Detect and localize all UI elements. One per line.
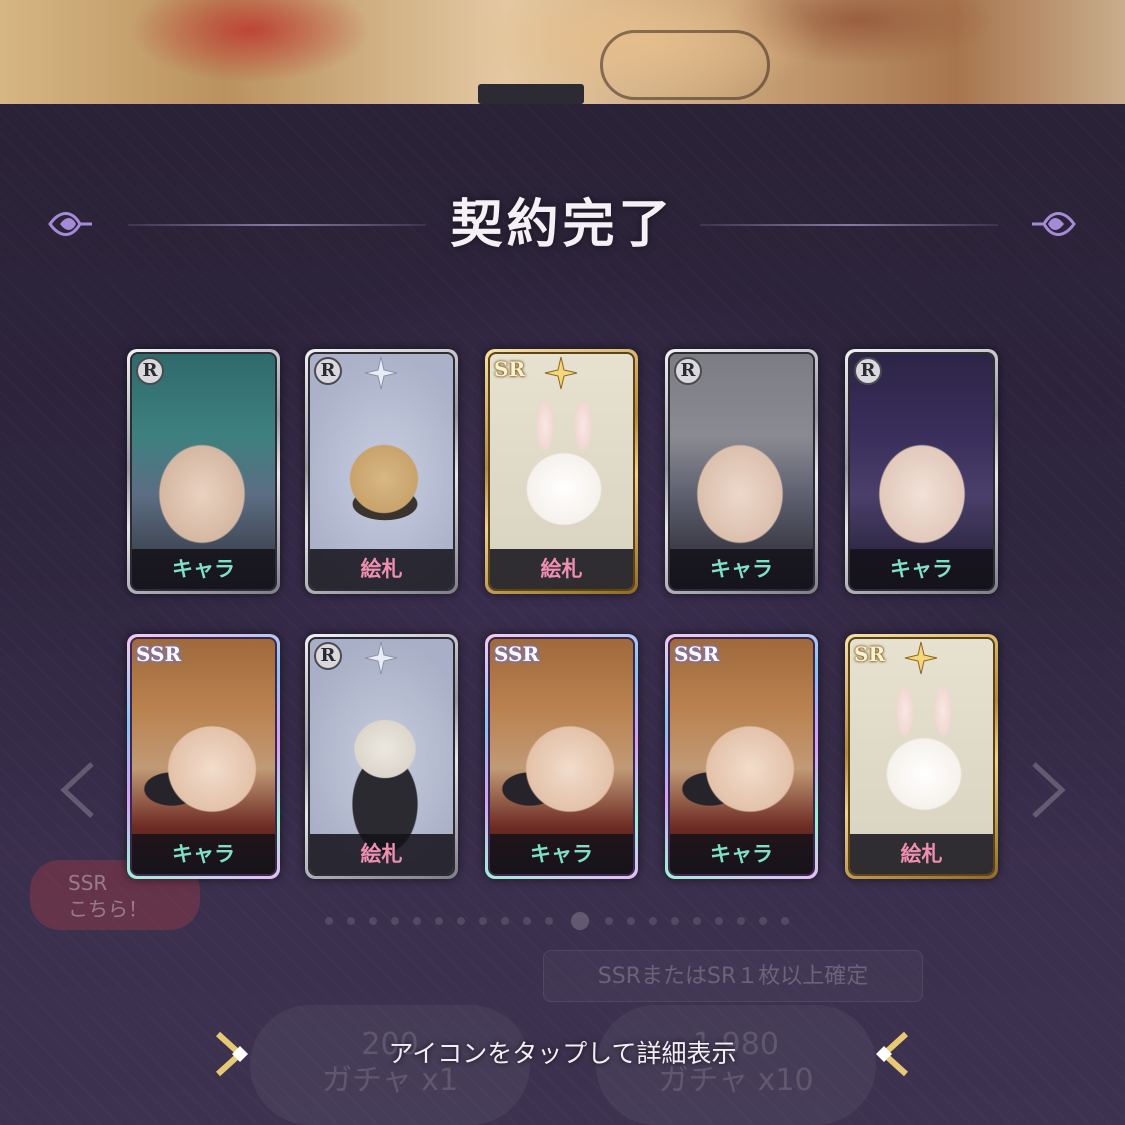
sparkle-star-icon — [544, 356, 578, 390]
result-card-1[interactable]: R キャラ — [127, 349, 280, 594]
sparkle-star-icon — [364, 356, 398, 390]
rarity-badge: R — [314, 642, 342, 670]
result-card-3[interactable]: SR 絵札 — [485, 349, 638, 594]
result-card-grid: R キャラ R 絵札 SR 絵札 R キャラ R キャラ SSR キャラ R 絵… — [0, 0, 1125, 1125]
tap-hint-row: アイコンをタップして詳細表示 — [0, 1024, 1125, 1084]
chevron-right-icon — [876, 1031, 909, 1077]
result-card-2[interactable]: R 絵札 — [305, 349, 458, 594]
card-type-label: キャラ — [850, 549, 993, 589]
result-card-5[interactable]: R キャラ — [845, 349, 998, 594]
chevron-left-icon — [215, 1031, 248, 1077]
card-type-label: 絵札 — [310, 834, 453, 874]
rarity-badge: SSR — [674, 642, 720, 666]
rarity-badge: R — [674, 357, 702, 385]
rarity-badge: SR — [854, 642, 886, 666]
result-card-6[interactable]: SSR キャラ — [127, 634, 280, 879]
result-card-7[interactable]: R 絵札 — [305, 634, 458, 879]
card-type-label: 絵札 — [850, 834, 993, 874]
rarity-badge: SSR — [136, 642, 182, 666]
rarity-badge: SSR — [494, 642, 540, 666]
result-card-8[interactable]: SSR キャラ — [485, 634, 638, 879]
result-card-4[interactable]: R キャラ — [665, 349, 818, 594]
card-type-label: キャラ — [670, 834, 813, 874]
card-type-label: キャラ — [490, 834, 633, 874]
card-type-label: キャラ — [670, 549, 813, 589]
result-card-10[interactable]: SR 絵札 — [845, 634, 998, 879]
card-type-label: キャラ — [132, 834, 275, 874]
card-type-label: 絵札 — [310, 549, 453, 589]
sparkle-star-icon — [364, 641, 398, 675]
result-card-9[interactable]: SSR キャラ — [665, 634, 818, 879]
sparkle-star-icon — [904, 641, 938, 675]
rarity-badge: SR — [494, 357, 526, 381]
card-type-label: キャラ — [132, 549, 275, 589]
rarity-badge: R — [136, 357, 164, 385]
card-type-label: 絵札 — [490, 549, 633, 589]
tap-hint-text: アイコンをタップして詳細表示 — [388, 1039, 737, 1068]
rarity-badge: R — [314, 357, 342, 385]
rarity-badge: R — [854, 357, 882, 385]
